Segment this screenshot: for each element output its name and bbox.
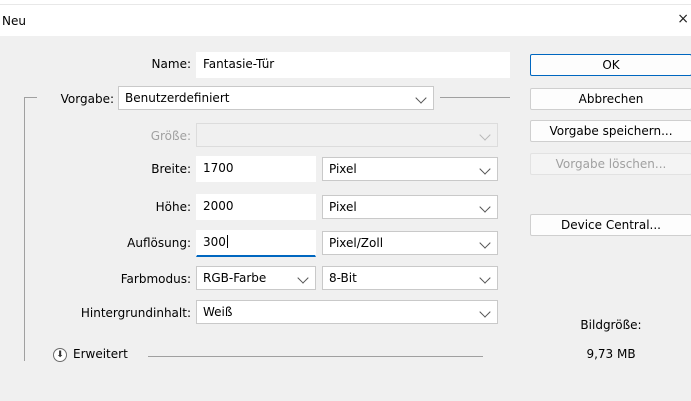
- width-label: Breite:: [151, 162, 191, 176]
- height-label: Höhe:: [155, 200, 191, 214]
- bitdepth-select[interactable]: 8-Bit: [322, 266, 498, 290]
- preset-label: Vorgabe:: [60, 92, 114, 106]
- height-input-value: 2000: [203, 199, 234, 213]
- name-input-value: Fantasie-Tür: [203, 57, 275, 71]
- window-top-border: [0, 4, 691, 5]
- resolution-unit-select[interactable]: Pixel/Zoll: [322, 231, 498, 255]
- height-unit-value: Pixel: [329, 200, 357, 214]
- device-central-button[interactable]: Device Central...: [530, 214, 691, 236]
- chevron-down-icon: [479, 306, 491, 318]
- image-size-label: Bildgröße:: [580, 318, 642, 332]
- resolution-unit-value: Pixel/Zoll: [329, 236, 384, 250]
- delete-preset-button[interactable]: Vorgabe löschen...: [530, 153, 691, 175]
- chevron-down-icon: [297, 272, 309, 284]
- colormode-select[interactable]: RGB-Farbe: [196, 266, 316, 290]
- width-input-value: 1700: [203, 161, 234, 175]
- width-input[interactable]: 1700: [196, 156, 316, 182]
- chevron-down-icon: [479, 201, 491, 213]
- preset-select-value: Benutzerdefiniert: [125, 91, 230, 105]
- resolution-input[interactable]: 300: [196, 230, 316, 257]
- group-border-top-left: [24, 97, 37, 98]
- name-label: Name:: [151, 57, 191, 71]
- group-border-top-right: [440, 97, 510, 98]
- width-unit-select[interactable]: Pixel: [322, 157, 498, 181]
- advanced-label[interactable]: Erweitert: [73, 347, 128, 361]
- size-select[interactable]: [196, 123, 498, 147]
- width-unit-value: Pixel: [329, 162, 357, 176]
- colormode-label: Farbmodus:: [120, 272, 191, 286]
- preset-select[interactable]: Benutzerdefiniert: [118, 86, 434, 110]
- expand-icon[interactable]: ⬇: [53, 348, 67, 362]
- height-input[interactable]: 2000: [196, 194, 316, 220]
- bitdepth-select-value: 8-Bit: [329, 271, 357, 285]
- resolution-input-value: 300: [203, 235, 226, 249]
- text-caret: [226, 235, 228, 248]
- chevron-down-icon: [479, 129, 491, 141]
- chevron-down-icon: [479, 272, 491, 284]
- height-unit-select[interactable]: Pixel: [322, 195, 498, 219]
- group-border-left: [24, 97, 25, 361]
- chevron-down-icon: [479, 163, 491, 175]
- image-size-value: 9,73 MB: [586, 347, 636, 361]
- resolution-label: Auflösung:: [127, 236, 191, 250]
- cancel-button[interactable]: Abbrechen: [530, 88, 691, 110]
- name-input[interactable]: Fantasie-Tür: [196, 52, 510, 78]
- title-bar: [0, 0, 691, 36]
- window-title: Neu: [2, 14, 26, 28]
- background-label: Hintergrundinhalt:: [80, 306, 191, 320]
- chevron-down-icon: [415, 92, 427, 104]
- close-icon[interactable]: ×: [677, 11, 689, 27]
- background-select-value: Weiß: [203, 305, 233, 319]
- advanced-divider: [148, 356, 483, 357]
- ok-button[interactable]: OK: [530, 54, 691, 76]
- chevron-down-icon: [479, 237, 491, 249]
- save-preset-button[interactable]: Vorgabe speichern...: [530, 120, 691, 142]
- colormode-select-value: RGB-Farbe: [203, 271, 267, 285]
- background-select[interactable]: Weiß: [196, 300, 498, 324]
- size-label: Größe:: [150, 129, 191, 143]
